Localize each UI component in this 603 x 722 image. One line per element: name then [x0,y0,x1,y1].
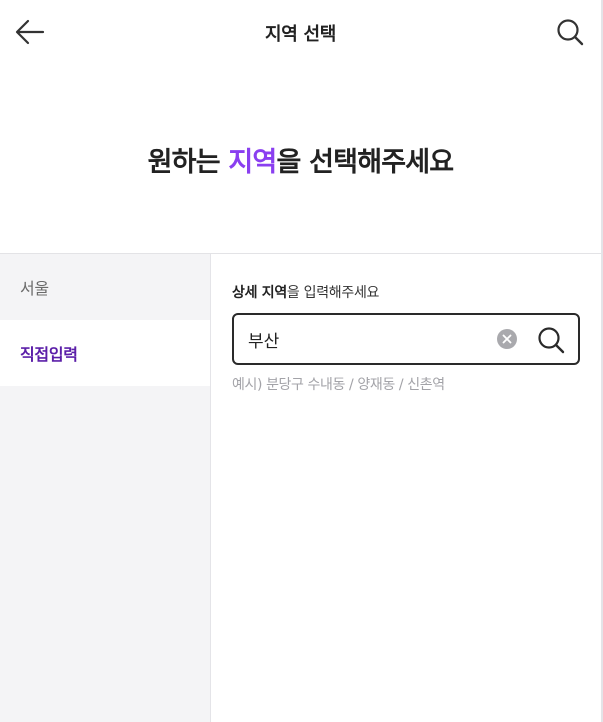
header: 지역 선택 [0,0,601,64]
region-search-input[interactable] [248,315,488,363]
detail-label-bold: 상세 지역 [232,285,287,301]
hero-title-prefix: 원하는 [147,147,229,178]
app-frame: 지역 선택 원하는 지역을 선택해주세요 서울 직접입력 상세 지역을 입력해주… [0,0,603,722]
clear-input-button[interactable] [497,329,517,349]
search-icon [538,327,565,354]
page-title: 지역 선택 [264,24,336,45]
detail-label: 상세 지역을 입력해주세요 [232,282,580,302]
sidebar-item-direct-input[interactable]: 직접입력 [0,320,210,386]
detail-label-rest: 을 입력해주세요 [286,285,380,301]
detail-panel: 상세 지역을 입력해주세요 예시) 분당구 수내동 / 양재동 / 신촌역 [232,254,580,394]
region-search-box [232,313,580,365]
input-hint: 예시) 분당구 수내동 / 양재동 / 신촌역 [232,377,445,393]
hero-section: 원하는 지역을 선택해주세요 [0,64,601,253]
hero-title-suffix: 을 선택해주세요 [276,147,454,178]
sidebar-item-seoul[interactable]: 서울 [0,254,210,320]
region-sidebar: 서울 직접입력 [0,254,211,722]
hero-title-accent: 지역 [228,147,277,178]
close-icon [502,334,512,344]
region-search-button[interactable] [536,325,566,355]
hero-title: 원하는 지역을 선택해주세요 [147,140,455,179]
search-icon [557,19,584,46]
header-search-button[interactable] [553,15,587,49]
